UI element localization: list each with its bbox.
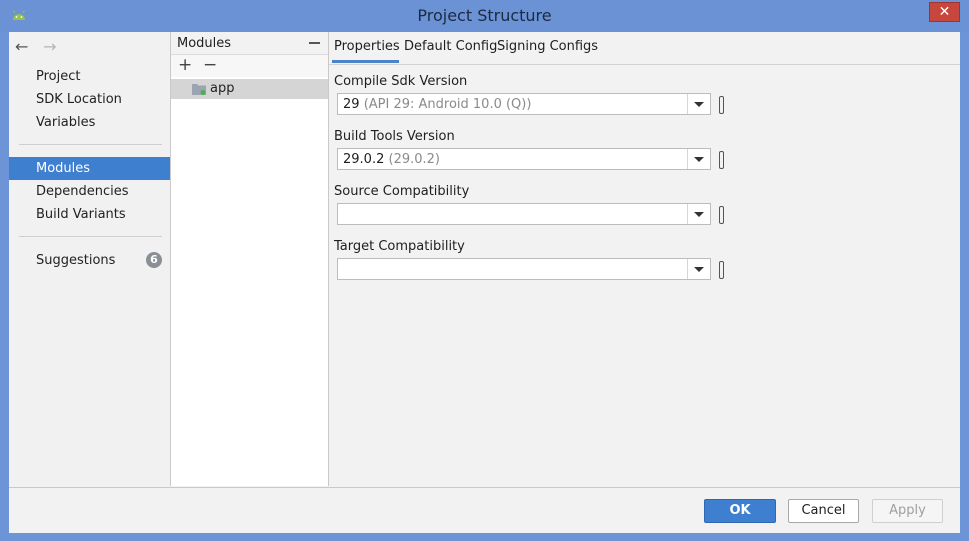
nav-arrows: ← →	[15, 37, 67, 56]
modules-toolbar: + −	[171, 55, 328, 77]
tab-properties[interactable]: Properties	[334, 39, 400, 54]
edit-field-icon[interactable]	[719, 96, 724, 114]
dropdown-button[interactable]	[687, 94, 710, 114]
sidebar-divider	[19, 236, 162, 237]
compile-sdk-value-text: 29	[343, 97, 360, 112]
edit-field-icon[interactable]	[719, 206, 724, 224]
compile-sdk-label: Compile Sdk Version	[334, 74, 468, 89]
edit-field-icon[interactable]	[719, 261, 724, 279]
window-title: Project Structure	[417, 6, 552, 25]
suggestions-count-badge: 6	[146, 252, 162, 268]
module-item-app[interactable]: app	[171, 79, 328, 99]
compile-sdk-hint: (API 29: Android 10.0 (Q))	[363, 97, 532, 112]
modules-title: Modules	[177, 36, 232, 51]
back-arrow-icon[interactable]: ←	[15, 37, 39, 56]
active-tab-indicator	[332, 60, 399, 63]
compile-sdk-combobox[interactable]: 29 (API 29: Android 10.0 (Q))	[337, 93, 711, 115]
close-button[interactable]: ✕	[929, 2, 960, 22]
cancel-button[interactable]: Cancel	[788, 499, 859, 523]
tab-default-config[interactable]: Default Config	[404, 39, 497, 54]
compile-sdk-value: 29 (API 29: Android 10.0 (Q))	[343, 97, 531, 112]
minimize-panel-icon[interactable]	[309, 42, 320, 44]
apply-button[interactable]: Apply	[872, 499, 943, 523]
dropdown-button[interactable]	[687, 149, 710, 169]
remove-module-button[interactable]: −	[203, 57, 217, 74]
source-compat-combobox[interactable]	[337, 203, 711, 225]
chevron-down-icon	[694, 212, 704, 217]
build-tools-hint: (29.0.2)	[388, 152, 441, 167]
add-module-button[interactable]: +	[178, 57, 192, 74]
dropdown-button[interactable]	[687, 204, 710, 224]
forward-arrow-icon[interactable]: →	[43, 37, 67, 56]
build-tools-value-text: 29.0.2	[343, 152, 385, 167]
dropdown-button[interactable]	[687, 259, 710, 279]
build-tools-label: Build Tools Version	[334, 129, 455, 144]
source-compat-label: Source Compatibility	[334, 184, 470, 199]
properties-panel: Properties Default Config Signing Config…	[329, 32, 960, 486]
close-icon: ✕	[938, 4, 951, 20]
edit-field-icon[interactable]	[719, 151, 724, 169]
sidebar-divider	[19, 144, 162, 145]
ok-button[interactable]: OK	[704, 499, 776, 523]
sidebar-nav: ← → Project SDK Location Variables Modul…	[9, 32, 171, 486]
tab-signing-configs[interactable]: Signing Configs	[497, 39, 598, 54]
modules-panel: Modules + − app	[171, 32, 329, 486]
dialog-body: ← → Project SDK Location Variables Modul…	[9, 32, 960, 533]
button-bar: OK Cancel Apply	[9, 487, 960, 533]
chevron-down-icon	[694, 267, 704, 272]
sidebar-item-build-variants[interactable]: Build Variants	[9, 203, 170, 226]
chevron-down-icon	[694, 102, 704, 107]
module-label: app	[210, 81, 235, 96]
project-structure-dialog: Project Structure ✕ ← → Project SDK Loca…	[0, 0, 969, 541]
title-bar[interactable]: Project Structure ✕	[0, 0, 969, 32]
module-folder-icon	[192, 84, 206, 95]
sidebar-item-sdk-location[interactable]: SDK Location	[9, 88, 170, 111]
sidebar-item-project[interactable]: Project	[9, 65, 170, 88]
sidebar-item-dependencies[interactable]: Dependencies	[9, 180, 170, 203]
build-tools-value: 29.0.2 (29.0.2)	[343, 152, 440, 167]
target-compat-combobox[interactable]	[337, 258, 711, 280]
sidebar-item-variables[interactable]: Variables	[9, 111, 170, 134]
modules-header: Modules	[171, 32, 328, 55]
build-tools-combobox[interactable]: 29.0.2 (29.0.2)	[337, 148, 711, 170]
chevron-down-icon	[694, 157, 704, 162]
tab-bar: Properties Default Config Signing Config…	[329, 32, 960, 65]
target-compat-label: Target Compatibility	[334, 239, 465, 254]
sidebar-item-modules[interactable]: Modules	[9, 157, 170, 180]
